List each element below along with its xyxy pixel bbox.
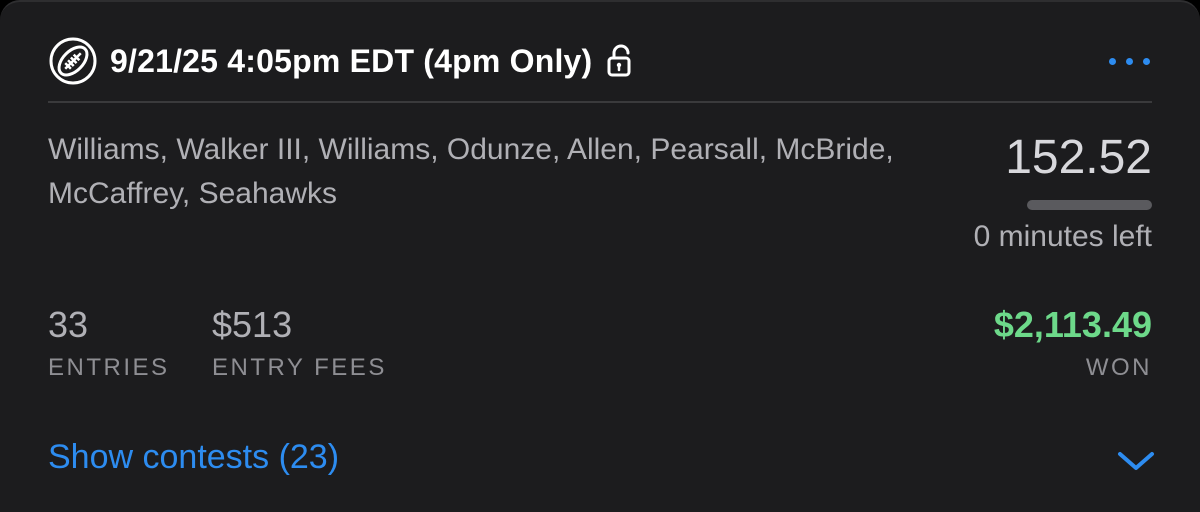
football-icon	[48, 36, 98, 86]
time-left-text: 0 minutes left	[973, 220, 1152, 253]
won-label: WON	[1085, 354, 1152, 381]
won-stat: $2,113.49 WON	[994, 302, 1152, 382]
card-header: 9/21/25 4:05pm EDT (4pm Only)	[48, 32, 1152, 90]
entry-fees-value: $513	[212, 304, 293, 345]
unlocked-lock-icon	[606, 42, 636, 80]
entries-stat: 33 ENTRIES	[48, 302, 170, 382]
entries-value: 33	[48, 304, 89, 345]
contest-card: 9/21/25 4:05pm EDT (4pm Only) Williams, …	[0, 0, 1200, 512]
more-horizontal-icon	[1109, 57, 1116, 65]
time-progress-bar	[1027, 200, 1152, 210]
lineup-score: 152.52	[1005, 131, 1152, 184]
entry-fees-stat: $513 ENTRY FEES	[212, 302, 387, 382]
entry-fees-label: ENTRY FEES	[212, 354, 387, 381]
more-options-button[interactable]	[1090, 46, 1150, 76]
lineup-players: Williams, Walker III, Williams, Odunze, …	[48, 133, 894, 210]
header-divider	[48, 101, 1152, 103]
slate-title: 9/21/25 4:05pm EDT (4pm Only)	[110, 42, 593, 79]
won-value: $2,113.49	[993, 304, 1152, 345]
entries-label: ENTRIES	[48, 354, 170, 381]
show-contests-link[interactable]: Show contests (23)	[48, 438, 339, 477]
chevron-down-icon[interactable]	[1116, 446, 1156, 476]
time-progress-fill	[1027, 200, 1152, 210]
